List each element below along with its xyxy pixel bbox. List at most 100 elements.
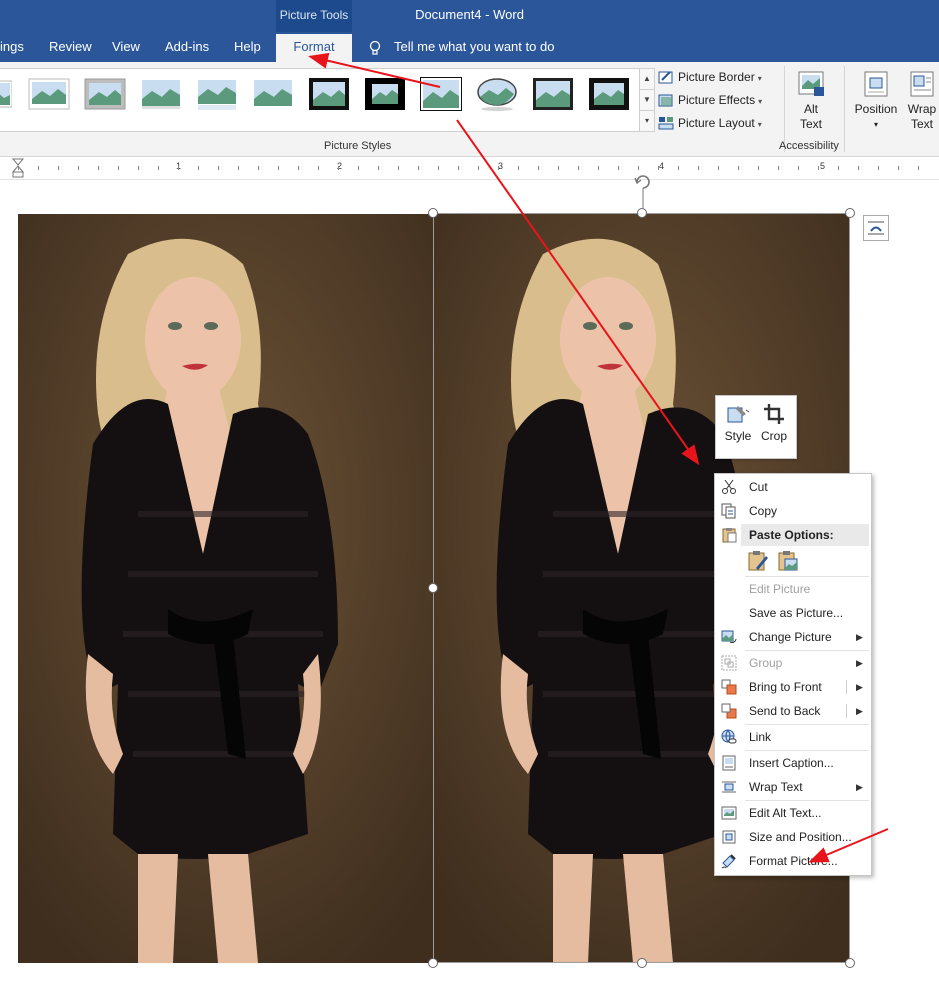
picture-style-thumb-icon[interactable]	[476, 77, 518, 111]
picture-style-thumb-icon[interactable]	[364, 77, 406, 111]
ruler-tick	[318, 166, 319, 170]
ruler-tick	[858, 166, 859, 170]
resize-handle[interactable]	[637, 208, 647, 218]
tab-view[interactable]: View	[112, 34, 140, 62]
gallery-scroll-up-icon[interactable]: ▲	[639, 68, 655, 90]
picture-border-button[interactable]: Picture Border ▾	[658, 66, 762, 88]
menu-item-format-picture[interactable]: Format Picture...	[715, 850, 871, 872]
tab-add-ins[interactable]: Add-ins	[165, 34, 209, 62]
ruler-tick	[498, 166, 499, 170]
wrap-text-ribbon-button[interactable]: Wrap Text	[902, 70, 939, 132]
picture-layout-icon	[658, 117, 674, 130]
resize-handle[interactable]	[428, 958, 438, 968]
ruler-tick	[838, 166, 839, 170]
ruler-tick	[898, 166, 899, 170]
picture-style-thumb-icon[interactable]	[252, 77, 294, 111]
menu-item-group: Group ▶	[715, 652, 871, 674]
gallery-more-icon[interactable]: ▾	[639, 110, 655, 132]
menu-item-insert-caption[interactable]: Insert Caption...	[715, 752, 871, 774]
ruler-number: 5	[820, 161, 826, 171]
gallery-scroll-down-icon[interactable]: ▼	[639, 89, 655, 111]
position-button[interactable]: Position ▾	[852, 70, 900, 132]
ruler-tick	[878, 166, 879, 170]
crop-button[interactable]: Crop	[756, 402, 792, 443]
ruler-tick	[18, 166, 19, 170]
ruler-tick	[478, 166, 479, 170]
ruler-tick	[118, 166, 119, 170]
picture-style-thumb-icon[interactable]	[84, 77, 126, 111]
paste-picture-icon[interactable]	[777, 550, 799, 572]
ruler-tick	[618, 166, 619, 170]
scissors-icon	[722, 479, 736, 494]
ruler-tick	[578, 166, 579, 170]
document-photo-left[interactable]	[18, 214, 433, 963]
picture-style-thumb-icon[interactable]	[588, 77, 630, 111]
ruler-tick	[398, 166, 399, 170]
menu-item-save-as-picture[interactable]: Save as Picture...	[715, 602, 871, 624]
chevron-down-icon: ▾	[873, 120, 878, 129]
alt-text-button[interactable]: Alt Text	[790, 70, 832, 132]
ruler-tick	[438, 166, 439, 170]
horizontal-ruler[interactable]: 1 2 3 4 5	[0, 157, 939, 180]
ruler-tick	[38, 166, 39, 170]
resize-handle[interactable]	[637, 958, 647, 968]
ruler-tick	[738, 166, 739, 170]
menu-item-send-to-back[interactable]: Send to Back ▶	[715, 700, 871, 722]
picture-styles-group-label: Picture Styles	[324, 140, 392, 152]
title-bar: Picture Tools Document4 - Word ings Revi…	[0, 0, 939, 62]
send-to-back-icon	[721, 703, 737, 719]
resize-handle[interactable]	[845, 958, 855, 968]
menu-item-change-picture[interactable]: Change Picture ▶	[715, 626, 871, 648]
bring-to-front-icon	[721, 679, 737, 695]
layout-options-icon[interactable]	[863, 215, 889, 241]
ruler-tick	[278, 166, 279, 170]
picture-layout-button[interactable]: Picture Layout ▾	[658, 112, 762, 134]
tab-review[interactable]: Review	[49, 34, 92, 62]
picture-style-thumb-icon[interactable]	[532, 77, 574, 111]
tab-format[interactable]: Format	[276, 34, 352, 62]
paste-clipboard-icon	[722, 528, 737, 543]
ruler-tick	[718, 166, 719, 170]
ruler-tick	[418, 166, 419, 170]
ruler-tick	[258, 166, 259, 170]
menu-item-link[interactable]: Link	[715, 726, 871, 748]
menu-item-cut[interactable]: Cut	[715, 476, 871, 498]
picture-style-thumb-icon[interactable]	[420, 77, 462, 111]
tab-mailings[interactable]: ings	[0, 34, 24, 62]
picture-styles-gallery	[0, 68, 641, 132]
picture-style-thumb-icon[interactable]	[196, 77, 238, 111]
menu-item-wrap-text[interactable]: Wrap Text ▶	[715, 776, 871, 798]
menu-separator	[745, 800, 869, 801]
accessibility-group-label: Accessibility	[779, 140, 839, 152]
crop-icon	[764, 404, 784, 424]
picture-style-thumb-icon[interactable]	[308, 77, 350, 111]
style-button[interactable]: Style	[720, 402, 756, 443]
menu-item-edit-alt-text[interactable]: Edit Alt Text...	[715, 802, 871, 824]
ruler-tick	[678, 166, 679, 170]
woman-photo-image	[18, 214, 433, 963]
tell-me-text: Tell me what you want to do	[394, 39, 555, 54]
menu-item-copy[interactable]: Copy	[715, 500, 871, 522]
submenu-arrow-icon: ▶	[856, 632, 863, 642]
picture-style-thumb-icon[interactable]	[140, 77, 182, 111]
resize-handle[interactable]	[428, 583, 438, 593]
menu-separator	[745, 750, 869, 751]
ruler-tick	[658, 166, 659, 170]
tell-me-search[interactable]: Tell me what you want to do	[368, 34, 554, 62]
resize-handle[interactable]	[845, 208, 855, 218]
menu-item-bring-to-front[interactable]: Bring to Front ▶	[715, 676, 871, 698]
group-icon	[721, 655, 737, 671]
picture-style-thumb-icon[interactable]	[0, 77, 12, 111]
ruler-tick	[58, 166, 59, 170]
tab-help[interactable]: Help	[234, 34, 261, 62]
context-menu: Cut Copy Paste Options: Edit Picture Sav…	[714, 473, 872, 876]
picture-effects-button[interactable]: Picture Effects ▾	[658, 89, 762, 111]
insert-caption-icon	[722, 755, 736, 771]
menu-item-size-and-position[interactable]: Size and Position...	[715, 826, 871, 848]
picture-style-thumb-icon[interactable]	[28, 77, 70, 111]
resize-handle[interactable]	[428, 208, 438, 218]
paste-keep-formatting-icon[interactable]	[747, 550, 769, 572]
ruler-tick	[198, 166, 199, 170]
menu-separator	[745, 650, 869, 651]
style-brush-icon	[727, 406, 750, 423]
